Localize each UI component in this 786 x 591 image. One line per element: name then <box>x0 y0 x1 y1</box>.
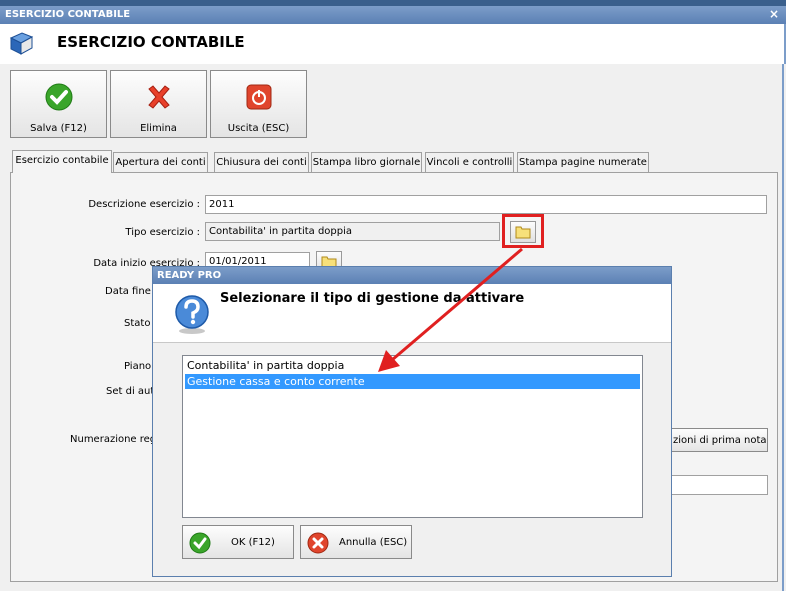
window-titlebar: ESERCIZIO CONTABILE × <box>0 6 786 24</box>
book-icon <box>9 32 34 55</box>
dialog-message: Selezionare il tipo di gestione da attiv… <box>220 291 525 306</box>
page-title: ESERCIZIO CONTABILE <box>57 33 245 51</box>
exit-button-label: Uscita (ESC) <box>227 123 290 134</box>
save-button-label: Salva (F12) <box>30 123 87 134</box>
descrizione-label: Descrizione esercizio : <box>88 199 200 210</box>
tab-vincoli-controlli[interactable]: Vincoli e controlli <box>425 152 514 172</box>
window-header: ESERCIZIO CONTABILE <box>0 24 786 64</box>
numerazione-button[interactable]: zioni di prima nota <box>660 428 768 452</box>
tab-chiusura-conti[interactable]: Chiusura dei conti <box>214 152 309 172</box>
cancel-icon <box>307 532 329 554</box>
extra-field[interactable] <box>660 475 768 495</box>
delete-button-label: Elimina <box>140 123 177 134</box>
descrizione-field[interactable]: 2011 <box>205 195 767 214</box>
list-item-selected[interactable]: Gestione cassa e conto corrente <box>185 374 640 389</box>
piano-label: Piano <box>124 361 152 372</box>
numerazione-button-label: zioni di prima nota <box>673 435 767 446</box>
tipo-label: Tipo esercizio : <box>125 227 200 238</box>
close-icon[interactable]: × <box>769 7 779 21</box>
data-fine-label: Data fine <box>105 286 151 297</box>
dialog-title: READY PRO <box>157 270 222 281</box>
stato-label: Stato <box>124 318 151 329</box>
tipo-field: Contabilita' in partita doppia <box>205 222 500 241</box>
check-icon <box>189 532 211 554</box>
numerazione-label: Numerazione regi <box>70 434 159 445</box>
red-x-icon <box>148 85 170 109</box>
tab-apertura-conti[interactable]: Apertura dei conti <box>113 152 208 172</box>
tab-stampa-libro-giornale[interactable]: Stampa libro giornale <box>311 152 422 172</box>
ok-button-label: OK (F12) <box>231 537 275 548</box>
dialog-header: Selezionare il tipo di gestione da attiv… <box>153 284 671 343</box>
delete-button[interactable]: Elimina <box>110 70 207 138</box>
set-label: Set di aut <box>106 386 155 397</box>
cancel-button[interactable]: Annulla (ESC) <box>300 525 412 559</box>
tab-esercizio-contabile[interactable]: Esercizio contabile <box>12 150 112 173</box>
highlight-box <box>502 214 544 248</box>
option-list[interactable]: Contabilita' in partita doppia Gestione … <box>182 355 643 518</box>
question-icon <box>175 295 209 334</box>
tab-stampa-pagine-numerate[interactable]: Stampa pagine numerate <box>517 152 649 172</box>
cancel-button-label: Annulla (ESC) <box>339 537 408 548</box>
dialog-titlebar: READY PRO <box>153 267 671 284</box>
window-title: ESERCIZIO CONTABILE <box>5 9 131 20</box>
check-icon <box>45 83 73 111</box>
save-button[interactable]: Salva (F12) <box>10 70 107 138</box>
ok-button[interactable]: OK (F12) <box>182 525 294 559</box>
power-icon <box>246 84 272 110</box>
select-dialog: READY PRO Selezionare il tipo di gestion… <box>152 266 672 577</box>
list-item[interactable]: Contabilita' in partita doppia <box>185 358 640 373</box>
exit-button[interactable]: Uscita (ESC) <box>210 70 307 138</box>
